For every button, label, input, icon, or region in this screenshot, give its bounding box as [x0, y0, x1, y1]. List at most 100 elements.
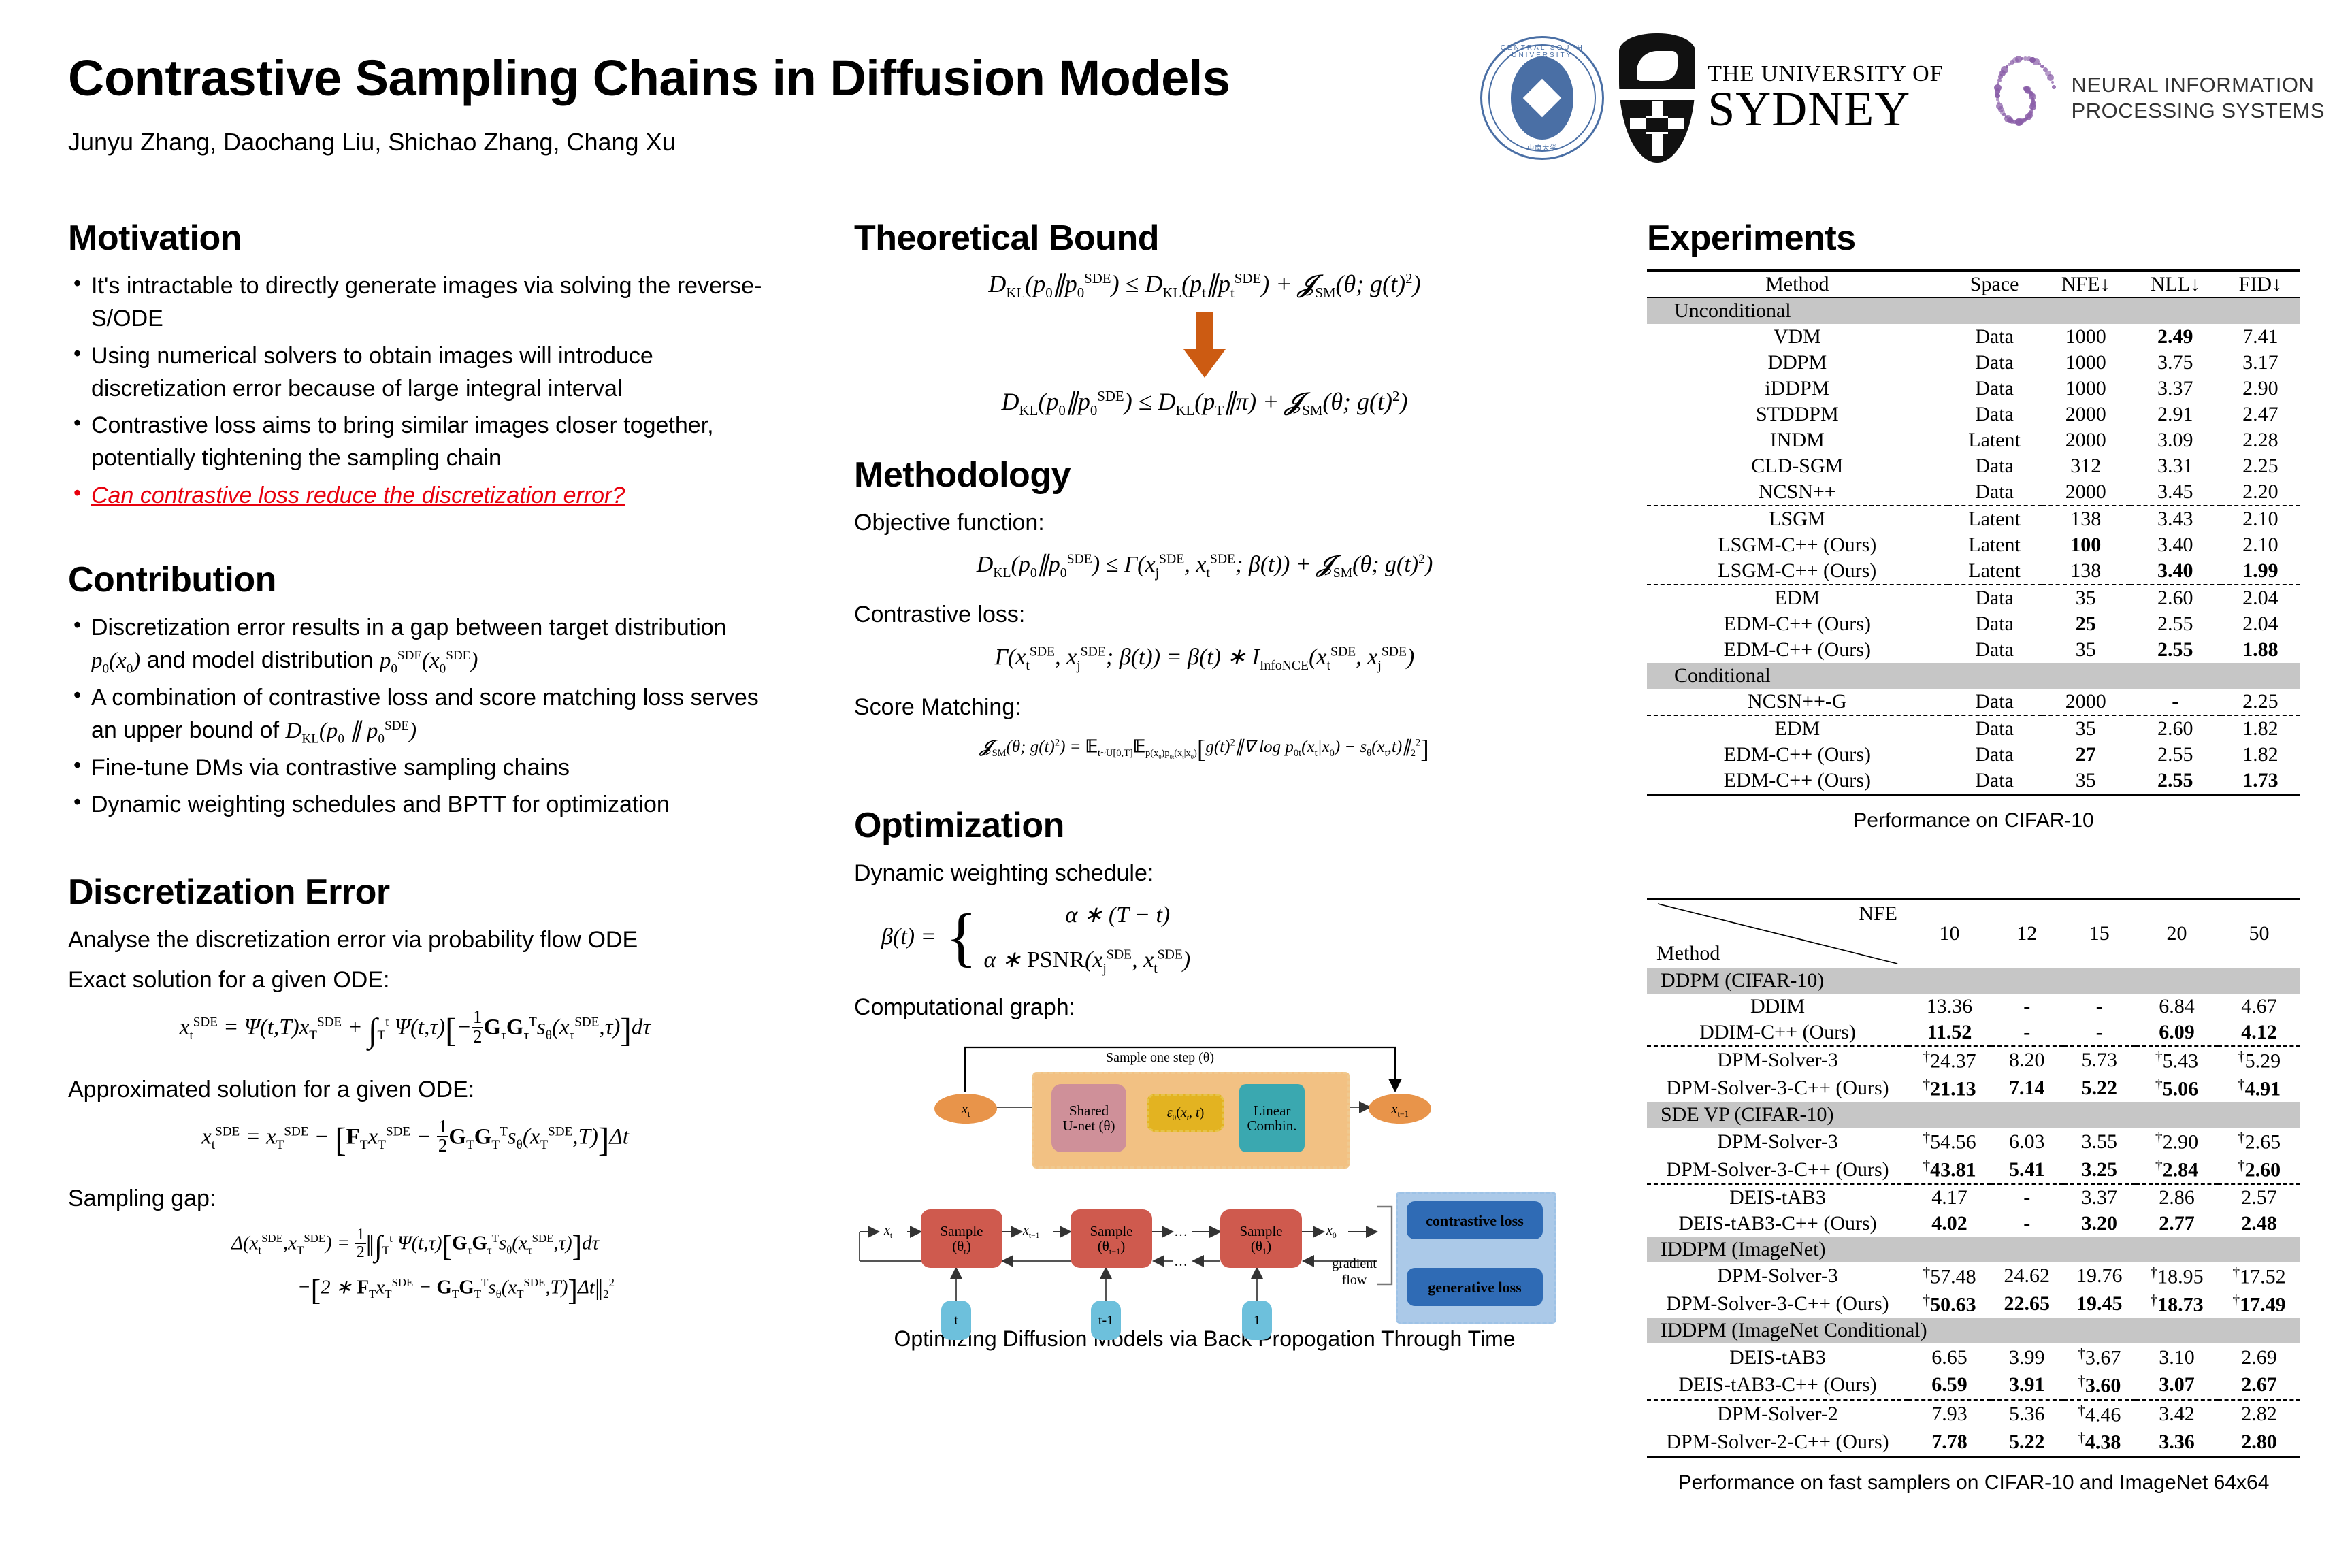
table-cell: INDM [1647, 427, 1948, 453]
table-row: EDM-C++ (Ours) Data 25 2.55 2.04 [1647, 611, 2300, 637]
sydney-band [1619, 89, 1695, 100]
list-item: Discretization error results in a gap be… [68, 611, 762, 677]
discretization-line3: Approximated solution for a given ODE: [68, 1073, 762, 1107]
table-cell: EDM-C++ (Ours) [1647, 742, 1948, 768]
table2-caption: Performance on fast samplers on CIFAR-10… [1647, 1471, 2300, 1494]
linear-line1: Linear [1254, 1103, 1291, 1119]
table-row: DPM-Solver-3-C++ (Ours) †50.63 22.65 19.45 †… [1647, 1290, 2300, 1318]
table2-col-header: 10 [1908, 899, 1991, 968]
table-row: LSGM-C++ (Ours) Latent 100 3.40 2.10 [1647, 532, 2300, 558]
table-cell: 5.22 [2063, 1075, 2136, 1102]
table2-body: DDPM (CIFAR-10) DDIM 13.36- -6.84 4.67 DDIM-C… [1647, 968, 2300, 1457]
table-cell: †5.06 [2136, 1075, 2218, 1102]
table1-col-header: Space [1948, 271, 2042, 298]
sample1-line1: Sample [941, 1224, 983, 1239]
table-row: DPM-Solver-3 †54.56 6.03 3.55 †2.90 †2.65 [1647, 1128, 2300, 1156]
table-cell: 19.45 [2063, 1290, 2136, 1318]
table-cell: - [1991, 1019, 2063, 1046]
table-cell: Data [1948, 376, 2042, 402]
motivation-bullets: It's intractable to directly generate im… [68, 270, 762, 512]
contribution-b1-mid: and model distribution [140, 647, 380, 673]
chain-x-tm1-label: xt−1 [1023, 1223, 1039, 1239]
table-row: EDM Data 35 2.60 2.04 [1647, 585, 2300, 611]
table-cell: 2.47 [2221, 402, 2300, 427]
contribution-formula-p0: p0(x0) [91, 649, 140, 673]
table-cell: 2000 [2042, 427, 2130, 453]
column-middle: Theoretical Bound DKL(p0∥p0SDE) ≤ DKL(pt… [854, 218, 1555, 1383]
contrastive-loss-label: Contrastive loss: [854, 598, 1555, 632]
node-timestep-t-minus-1: t-1 [1091, 1301, 1121, 1340]
downward-arrow-icon [854, 312, 1555, 378]
table-cell: - [1991, 1184, 2063, 1211]
table-cell: 3.31 [2130, 453, 2221, 479]
table-cell: 2.20 [2221, 479, 2300, 506]
objective-function-formula: DKL(p0∥p0SDE) ≤ Γ(xjSDE, xtSDE; β(t)) + … [854, 551, 1555, 578]
table-cell: 35 [2042, 637, 2130, 663]
discretization-section: Discretization Error Analyse the discret… [68, 872, 762, 1307]
theoretical-bound-section: Theoretical Bound DKL(p0∥p0SDE) ≤ DKL(pt… [854, 218, 1555, 416]
table-cell: 6.09 [2136, 1019, 2218, 1046]
table-cell: NCSN++-G [1647, 689, 1948, 715]
experiments-heading: Experiments [1647, 218, 2300, 259]
node-x-t-label: xt [962, 1101, 970, 1117]
sample-one-step-label: Sample one step (θ) [1106, 1050, 1214, 1066]
table-cell: Data [1948, 324, 2042, 350]
node-timestep-t: t [941, 1301, 971, 1340]
table-cell: 3.91 [1991, 1371, 2063, 1400]
table2-col-header: 15 [2063, 899, 2136, 968]
motivation-section: Motivation It's intractable to directly … [68, 218, 762, 512]
table-cell: †5.29 [2218, 1046, 2300, 1075]
contribution-b1-pre: Discretization error results in a gap be… [91, 615, 727, 640]
table-cell-method: DPM-Solver-3 [1647, 1046, 1908, 1075]
table-cell: - [2063, 994, 2136, 1019]
computational-graph-diagram: xt Shared U-net (θ) εθ(xt, t) Linear Com… [854, 1031, 1555, 1324]
table2-col-header: 12 [1991, 899, 2063, 968]
table-cell: †17.52 [2218, 1262, 2300, 1290]
table-cell: 3.17 [2221, 350, 2300, 376]
table-cell: †2.60 [2218, 1156, 2300, 1184]
table-header-row: Method Space NFE↓ NLL↓ FID↓ [1647, 271, 2300, 298]
table-cell: †3.60 [2063, 1371, 2136, 1400]
table-row: NCSN++ Data 2000 3.45 2.20 [1647, 479, 2300, 506]
table-cell: 4.17 [1908, 1184, 1991, 1211]
table-cell: Data [1948, 350, 2042, 376]
table-cell: 35 [2042, 715, 2130, 742]
node-epsilon-theta: εθ(xt, t) [1147, 1094, 1224, 1132]
table-group-row: IDDPM (ImageNet) [1647, 1237, 2300, 1262]
table-cell-method: DEIS-tAB3 [1647, 1343, 1908, 1371]
contrastive-loss-formula: Γ(xtSDE, xjSDE; β(t)) = β(t) ∗ IInfoNCE(… [854, 643, 1555, 670]
neurips-logo: NEURAL INFORMATION PROCESSING SYSTEMS [1959, 33, 2325, 163]
table-cell: 7.78 [1908, 1428, 1991, 1456]
table-cell: 2.67 [2218, 1371, 2300, 1400]
table-row: DEIS-tAB3-C++ (Ours) 4.02-3.20 2.77 2.48 [1647, 1211, 2300, 1237]
table-cell: 2.57 [2218, 1184, 2300, 1211]
table-cell: 3.10 [2136, 1343, 2218, 1371]
table-cell: 3.36 [2136, 1428, 2218, 1456]
contribution-section: Contribution Discretization error result… [68, 559, 762, 821]
table-row: DDPM Data 1000 3.75 3.17 [1647, 350, 2300, 376]
table-cell: 100 [2042, 532, 2130, 558]
table-cell: 1.99 [2221, 558, 2300, 585]
csu-bottom-text: 中南大学 [1482, 142, 1602, 152]
table-row: DPM-Solver-2-C++ (Ours) 7.78 5.22 †4.38 3.36… [1647, 1428, 2300, 1456]
table-group-row: Conditional [1647, 663, 2300, 689]
central-south-university-logo: CENTRAL SOUTH UNIVERSITY 中南大学 [1480, 36, 1604, 160]
table-cell: 3.40 [2130, 532, 2221, 558]
table-cell: Latent [1948, 427, 2042, 453]
sample1-line2: (θt) [952, 1239, 970, 1254]
table-cell: Data [1948, 637, 2042, 663]
table-cell: EDM [1647, 715, 1948, 742]
table-row: DEIS-tAB3 4.17-3.37 2.86 2.57 [1647, 1184, 2300, 1211]
table-cell: EDM-C++ (Ours) [1647, 637, 1948, 663]
exact-solution-formula: xtSDE = Ψ(t,T)xTSDE + ∫Tt Ψ(t,τ)[− 1 2 GτGτ… [68, 1008, 762, 1049]
table-cell-method: DEIS-tAB3 [1647, 1184, 1908, 1211]
logo-strip: CENTRAL SOUTH UNIVERSITY 中南大学 THE UNIVER… [1480, 30, 2325, 166]
table-row: LSGM Latent 138 3.43 2.10 [1647, 506, 2300, 532]
table-cell: 3.20 [2063, 1211, 2136, 1237]
table-cell: 2.55 [2130, 742, 2221, 768]
table-cell: 8.20 [1991, 1046, 2063, 1075]
table-cell-method: DEIS-tAB3-C++ (Ours) [1647, 1371, 1908, 1400]
table-cell-method: DPM-Solver-3 [1647, 1262, 1908, 1290]
neurips-wordmark: NEURAL INFORMATION PROCESSING SYSTEMS [2072, 72, 2325, 124]
table-cell-method: DDIM [1647, 994, 1908, 1019]
